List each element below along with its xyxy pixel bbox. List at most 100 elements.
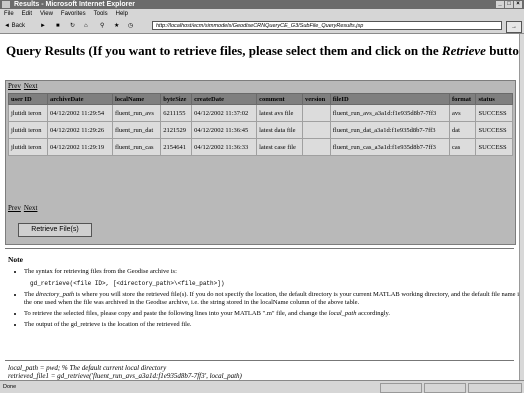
code-syntax: gd_retrieve(<file ID>, [<directory_path>… (30, 280, 225, 287)
menu-edit[interactable]: Edit (22, 9, 32, 19)
list-item: The syntax for retrieving files from the… (24, 268, 520, 288)
cell-version (302, 104, 331, 122)
column-header: user ID (7, 93, 49, 105)
table-row[interactable]: jlutidi ieron 04/12/2002 11:29:54 fluent… (7, 104, 513, 122)
cell-version (302, 121, 331, 139)
cell-archive-date: 04/12/2002 11:29:26 (47, 121, 113, 139)
next-link[interactable]: Next (24, 82, 38, 90)
menu-tools[interactable]: Tools (94, 9, 108, 19)
window-titlebar: Results - Microsoft Internet Explorer _ … (0, 0, 524, 9)
matlab-code: local_path = pwd; % The default current … (8, 364, 242, 380)
cell-file-id: fluent_run_avs_a3a1d:f1e935d8b7-7ff3 (329, 104, 450, 122)
cell-status: SUCCESS (475, 104, 513, 122)
note-text: accordingly. (356, 310, 390, 317)
retrieve-files-button[interactable]: Retrieve File(s) (18, 223, 92, 237)
cell-comment: latest avs file (256, 104, 304, 122)
cell-archive-date: 04/12/2002 11:29:54 (47, 104, 113, 122)
divider (5, 248, 514, 249)
cell-byte-size: 2154641 (160, 138, 193, 156)
note-text: The syntax for retrieving files from the… (24, 268, 177, 275)
back-button[interactable]: ◄ Back (4, 22, 25, 30)
pagination-bottom: Prev Next (8, 204, 40, 212)
cell-user: jlutidi ieron (7, 121, 49, 139)
heading-text: Query Results (If you want to retrieve f… (6, 43, 442, 58)
go-button[interactable]: → (506, 21, 522, 33)
cell-comment: latest case file (256, 138, 304, 156)
status-bar: Done (0, 380, 524, 393)
cell-user: jlutidi ieron (7, 138, 49, 156)
favorites-icon[interactable]: ★ (114, 22, 119, 30)
list-item: To retrieve the selected files, please c… (24, 310, 520, 318)
next-link[interactable]: Next (24, 204, 38, 212)
column-header: status (475, 93, 513, 105)
note-text: To retrieve the selected files, please c… (24, 310, 329, 317)
cell-create-date: 04/12/2002 11:36:45 (191, 121, 258, 139)
stop-icon[interactable]: ■ (56, 22, 60, 30)
home-icon[interactable]: ⌂ (84, 22, 88, 30)
column-header: byteSize (160, 93, 193, 105)
window-controls: _ □ × (496, 1, 522, 8)
menu-view[interactable]: View (40, 9, 53, 19)
table-row[interactable]: jlutidi ieron 04/12/2002 11:29:26 fluent… (7, 121, 513, 139)
column-header: format (448, 93, 477, 105)
back-label: Back (11, 23, 25, 29)
window-title: Results - Microsoft Internet Explorer (14, 1, 135, 8)
menu-bar: File Edit View Favorites Tools Help (0, 9, 524, 19)
column-header: fileID (329, 93, 450, 105)
menu-file[interactable]: File (4, 9, 14, 19)
cell-create-date: 04/12/2002 11:37:02 (191, 104, 258, 122)
column-header: archiveDate (47, 93, 113, 105)
cell-format: cas (448, 138, 477, 156)
menu-help[interactable]: Help (116, 9, 128, 19)
cell-version (302, 138, 331, 156)
status-text: Done (3, 384, 17, 390)
cell-file-id: fluent_run_cas_a3a1d:f1e935d8b7-7ff3 (329, 138, 450, 156)
prev-link[interactable]: Prev (8, 82, 21, 90)
search-icon[interactable]: ⚲ (100, 22, 104, 30)
code-line: retrieved_file1 = gd_retrieve('fluent_ru… (8, 372, 242, 380)
list-item: The output of the gd_retrieve is the loc… (24, 321, 520, 329)
cell-status: SUCCESS (475, 138, 513, 156)
minimize-icon[interactable]: _ (496, 1, 504, 8)
maximize-icon[interactable]: □ (505, 1, 513, 8)
list-item: The directory_path is where you will sto… (24, 291, 520, 307)
note-emphasis: directory_path (35, 291, 75, 298)
prev-link[interactable]: Prev (8, 204, 21, 212)
browser-toolbar: ◄ Back ► ■ ↻ ⌂ ⚲ ★ ◷ http://localhost/ec… (0, 19, 524, 34)
cell-local-name: fluent_run_dat (111, 121, 162, 139)
table-row[interactable]: jlutidi ieron 04/12/2002 11:29:19 fluent… (7, 138, 513, 156)
vertical-scrollbar[interactable] (519, 34, 524, 380)
refresh-icon[interactable]: ↻ (70, 22, 75, 30)
note-heading: Note (8, 255, 23, 264)
menu-favorites[interactable]: Favorites (61, 9, 86, 19)
page-content: Query Results (If you want to retrieve f… (0, 34, 520, 380)
results-panel: Prev Next user ID archiveDate localName b… (5, 80, 516, 245)
cell-byte-size: 2121529 (160, 121, 193, 139)
heading-emphasis: Retrieve (441, 43, 486, 58)
code-line: local_path = pwd; % The default current … (8, 364, 167, 372)
results-table: user ID archiveDate localName byteSize c… (7, 93, 513, 156)
column-header: createDate (191, 93, 258, 105)
page-title: Query Results (If you want to retrieve f… (6, 43, 520, 59)
pagination-top: Prev Next (8, 82, 40, 90)
cell-status: SUCCESS (475, 121, 513, 139)
cell-user: jlutidi ieron (7, 104, 49, 122)
cell-archive-date: 04/12/2002 11:29:19 (47, 138, 113, 156)
close-icon[interactable]: × (514, 1, 522, 8)
address-input[interactable]: http://localhost/ecm/simmodels/GeodiseCR… (152, 21, 502, 30)
cell-file-id: fluent_run_dat_a3a1d:f1e935d8b7-7ff3 (329, 121, 450, 139)
column-header: localName (111, 93, 162, 105)
cell-create-date: 04/12/2002 11:36:33 (191, 138, 258, 156)
history-icon[interactable]: ◷ (128, 22, 133, 30)
cell-local-name: fluent_run_avs (111, 104, 162, 122)
note-text: is where you will store the retrieved fi… (24, 291, 520, 306)
cell-local-name: fluent_run_cas (111, 138, 162, 156)
cell-comment: latest data file (256, 121, 304, 139)
heading-text-end: button). (489, 43, 520, 58)
forward-icon[interactable]: ► (40, 22, 46, 30)
cell-byte-size: 6211155 (160, 104, 193, 122)
cell-format: dat (448, 121, 477, 139)
table-header-row: user ID archiveDate localName byteSize c… (7, 93, 513, 105)
browser-icon (2, 1, 10, 8)
divider (5, 360, 514, 361)
